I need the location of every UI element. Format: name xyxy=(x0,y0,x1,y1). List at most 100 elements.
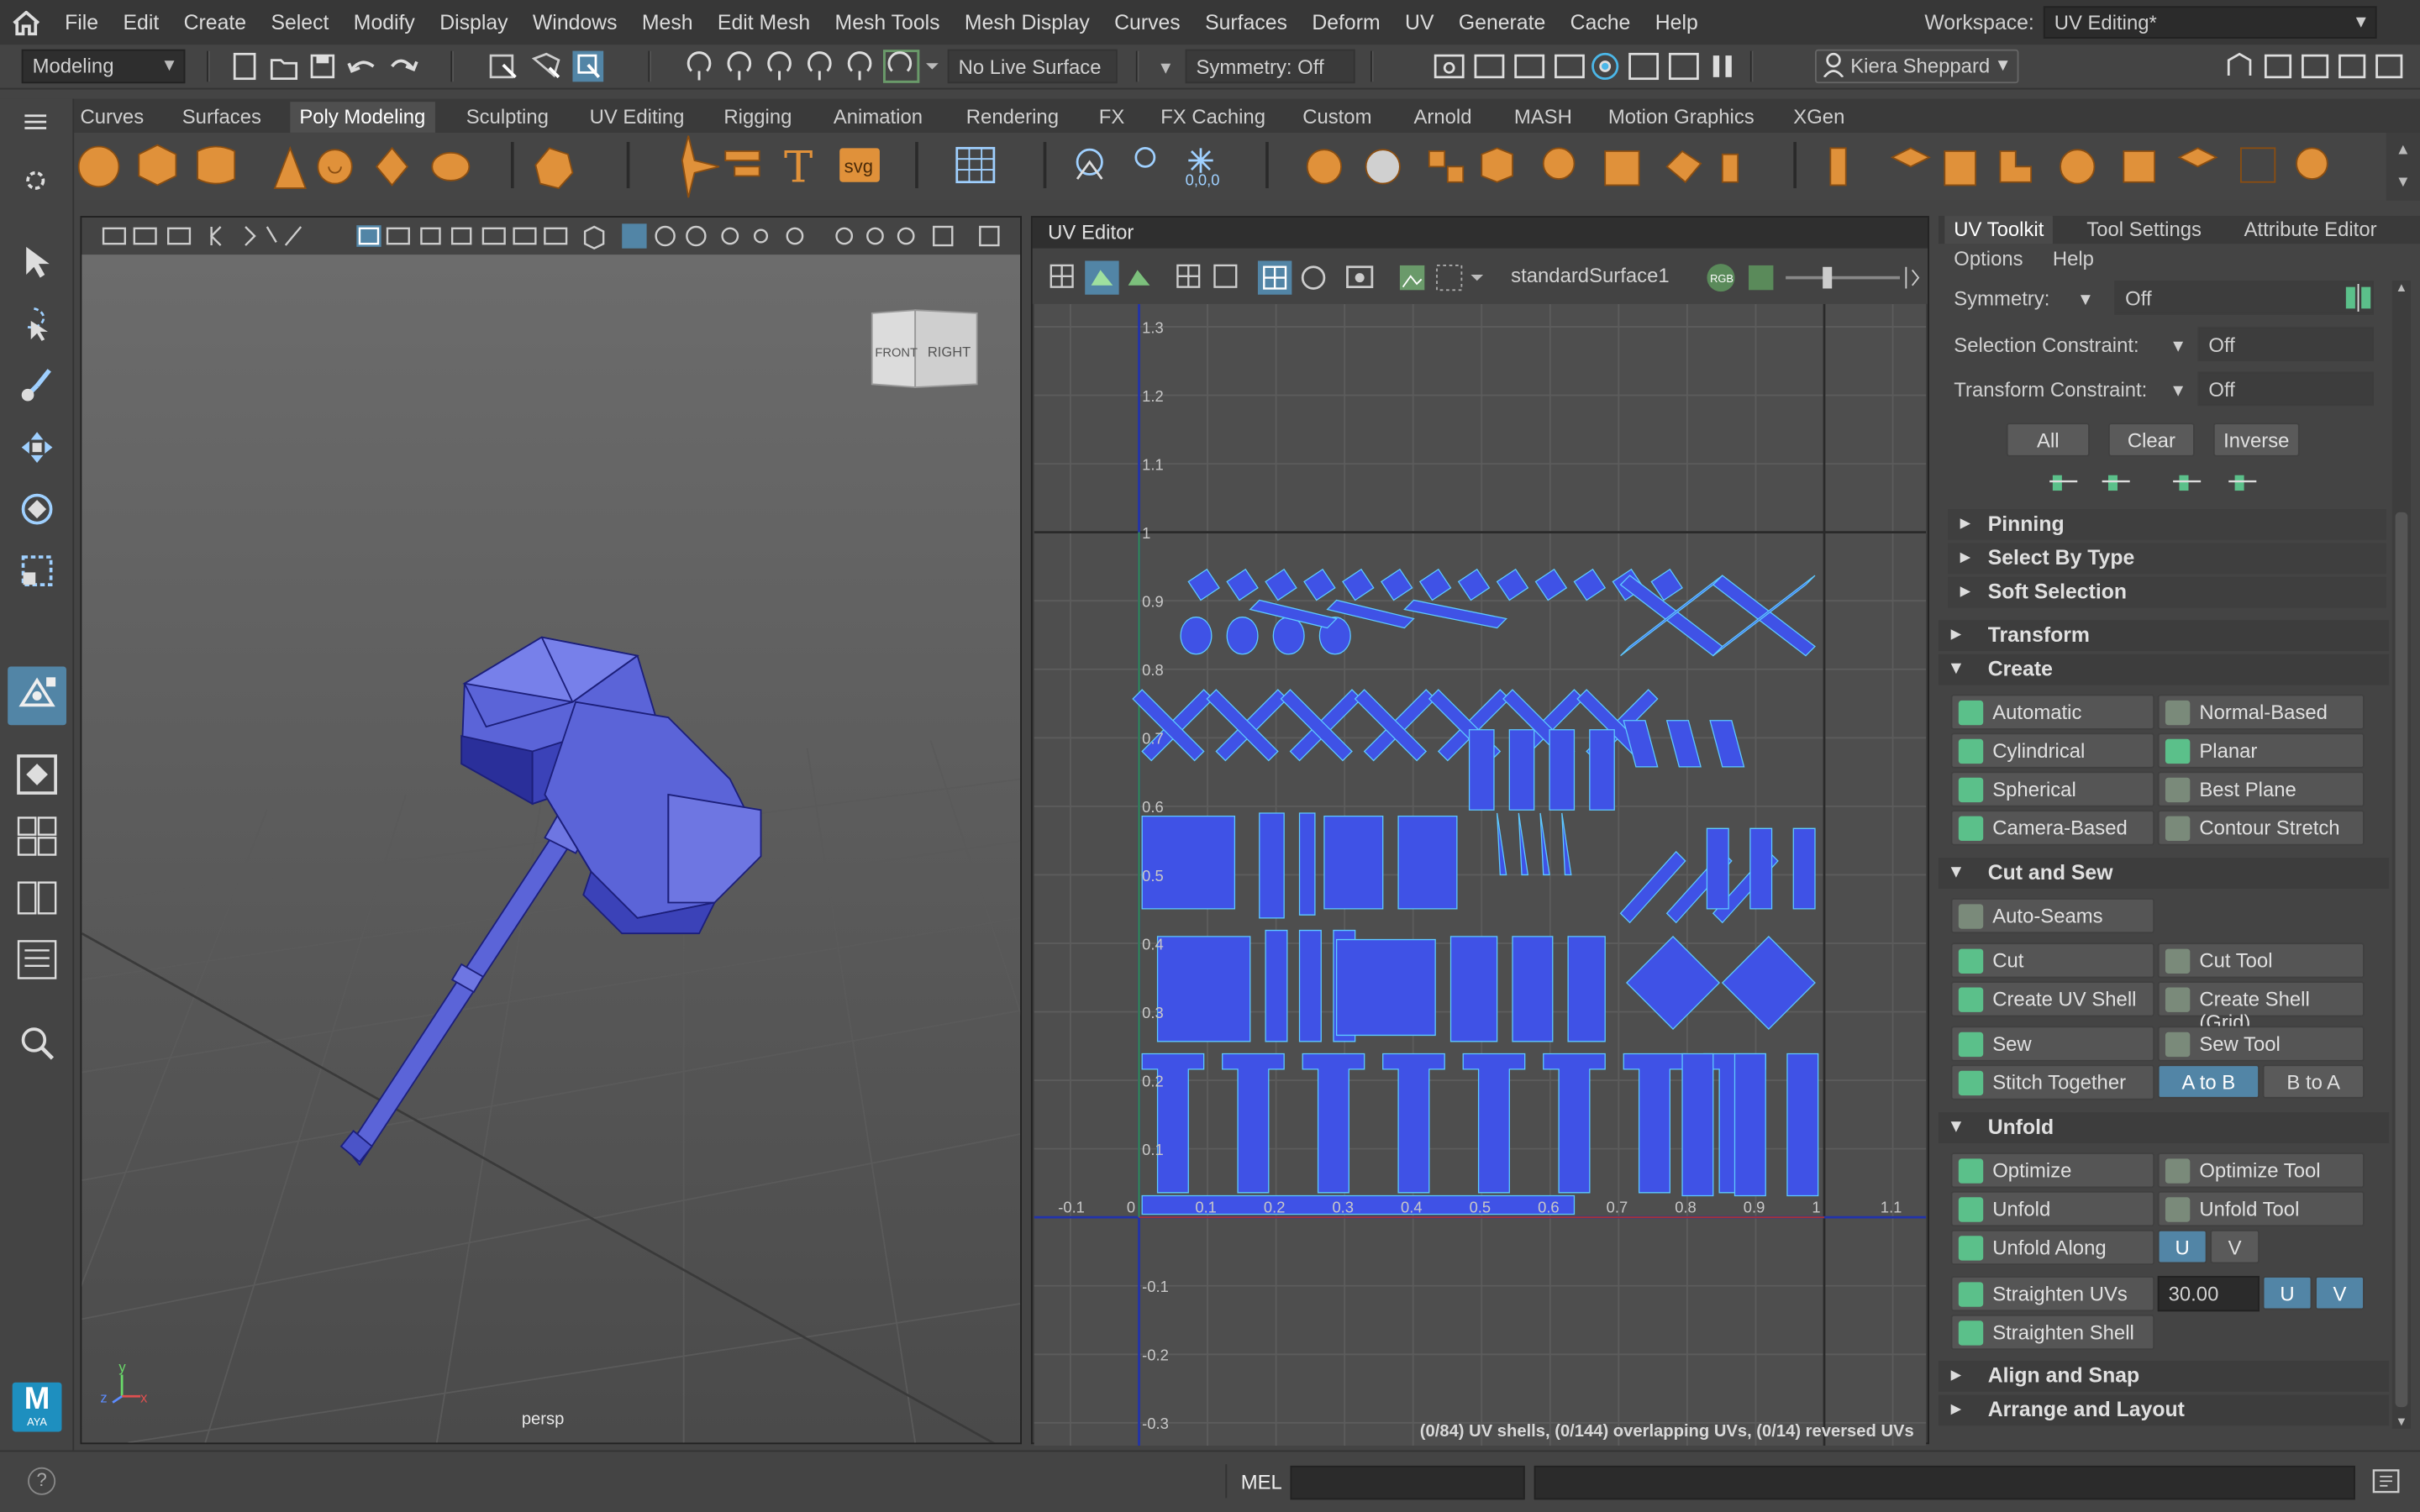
viewport-toolbar-icons[interactable] xyxy=(82,218,1020,255)
uv-shell[interactable] xyxy=(1265,568,1297,601)
uv-shell[interactable] xyxy=(1403,599,1507,629)
uv-toolbar-icons[interactable] xyxy=(1048,260,1511,295)
cut-and-sew-section[interactable]: Cut and Sew xyxy=(1938,858,2390,889)
symmetry-dropdown[interactable]: Off xyxy=(2114,281,2374,315)
align-and-snap-section[interactable]: Align and Snap xyxy=(1938,1361,2390,1392)
shelf-tab-xgen[interactable]: XGen xyxy=(1784,102,1854,133)
toolkit-menu-help[interactable]: Help xyxy=(2053,247,2094,270)
text-tool-icon[interactable]: T xyxy=(784,143,813,193)
settings-icon[interactable] xyxy=(22,166,50,199)
straighten-shell-button[interactable]: Straighten Shell xyxy=(1950,1314,2155,1351)
menu-mesh-tools[interactable]: Mesh Tools xyxy=(823,11,952,34)
single-pane-layout-icon[interactable] xyxy=(9,747,65,802)
shelf-tab-custom[interactable]: Custom xyxy=(1293,102,1381,133)
uv-shell[interactable] xyxy=(1335,938,1436,1037)
menu-toggle-icon[interactable] xyxy=(22,111,50,137)
transform-constraint-dropdown[interactable]: Off xyxy=(2197,371,2374,407)
menu-deform[interactable]: Deform xyxy=(1300,11,1393,34)
workspace-dropdown[interactable]: UV Editing* xyxy=(2043,6,2377,39)
file-toolbar-icons[interactable] xyxy=(232,51,433,82)
rotate-tool-icon[interactable] xyxy=(9,481,65,537)
uv-shell[interactable] xyxy=(1298,929,1322,1042)
uv-shell[interactable] xyxy=(1549,729,1576,811)
tab-uv-toolkit[interactable]: UV Toolkit xyxy=(1944,216,2054,244)
script-language-label[interactable]: MEL xyxy=(1241,1470,1282,1494)
unfold-button[interactable]: Unfold xyxy=(1950,1190,2155,1227)
sew-tool-button[interactable]: Sew Tool xyxy=(2157,1026,2365,1062)
shelf-tab-surfaces[interactable]: Surfaces xyxy=(173,102,271,133)
pinning-section[interactable]: Pinning xyxy=(1947,509,2386,540)
mode-dropdown[interactable]: Modeling xyxy=(21,49,186,84)
scale-tool-icon[interactable] xyxy=(9,543,65,599)
uv-shell[interactable] xyxy=(1681,1053,1714,1197)
unfold-along-v-toggle[interactable]: V xyxy=(2210,1229,2260,1264)
selection-constraint-dropdown[interactable]: Off xyxy=(2197,327,2374,361)
stitch-together-button[interactable]: Stitch Together xyxy=(1950,1064,2155,1100)
uv-grid[interactable]: 1.3 1.2 1.1 1 0.9 0.8 0.7 0.6 0.5 0.4 0.3 0.2 0.1 -0.… xyxy=(1034,303,1927,1446)
viewport-canvas[interactable]: FRONT RIGHT y x z persp xyxy=(19,255,1163,1459)
uv-shell[interactable] xyxy=(1272,617,1305,655)
uv-shell[interactable] xyxy=(1706,827,1729,910)
uv-shell[interactable] xyxy=(1512,936,1554,1042)
uv-shell[interactable] xyxy=(1543,1053,1606,1194)
paint-select-tool-icon[interactable] xyxy=(9,358,65,413)
uv-shell[interactable] xyxy=(1457,568,1491,601)
sew-button[interactable]: Sew xyxy=(1950,1026,2155,1062)
uv-shell[interactable] xyxy=(1534,568,1568,601)
uv-shell[interactable] xyxy=(1709,720,1745,768)
move-tool-icon[interactable] xyxy=(9,420,65,475)
straighten-uvs-button[interactable]: Straighten UVs xyxy=(1950,1275,2155,1312)
tab-tool-settings[interactable]: Tool Settings xyxy=(2077,216,2211,244)
transform-section[interactable]: Transform xyxy=(1938,620,2390,652)
cylindrical-mapping-button[interactable]: Cylindrical xyxy=(1950,732,2155,769)
selection-mode-icons[interactable] xyxy=(487,50,611,83)
menu-edit-mesh[interactable]: Edit Mesh xyxy=(705,11,823,34)
viewport-scene[interactable]: FRONT RIGHT y x z persp xyxy=(19,255,1163,1459)
toolkit-menu-options[interactable]: Options xyxy=(1954,247,2023,270)
uv-shell[interactable] xyxy=(1786,1053,1819,1197)
symmetry-dropdown-arrow[interactable]: ▾ xyxy=(2081,287,2091,312)
four-pane-layout-icon[interactable] xyxy=(9,808,65,864)
hammer-mesh[interactable] xyxy=(339,636,762,1167)
menu-create[interactable]: Create xyxy=(171,11,259,34)
camera-based-mapping-button[interactable]: Camera-Based xyxy=(1950,810,2155,846)
uv-shell[interactable] xyxy=(1226,568,1259,601)
symmetry-dropdown-arrow[interactable]: ▾ xyxy=(1160,55,1171,80)
uv-shell[interactable] xyxy=(1303,568,1336,601)
uv-shell[interactable] xyxy=(1561,812,1572,876)
normal-based-mapping-button[interactable]: Normal-Based xyxy=(2157,694,2365,730)
optimize-button[interactable]: Optimize xyxy=(1950,1152,2155,1189)
soft-selection-section[interactable]: Soft Selection xyxy=(1947,576,2386,608)
shelf-tab-mash[interactable]: MASH xyxy=(1505,102,1581,133)
shelf-tab-uv-editing[interactable]: UV Editing xyxy=(581,102,694,133)
search-icon[interactable] xyxy=(9,1016,65,1071)
cut-button[interactable]: Cut xyxy=(1950,942,2155,979)
uv-shell[interactable] xyxy=(1567,936,1606,1042)
uv-shell[interactable] xyxy=(1462,1053,1526,1194)
uv-shell[interactable] xyxy=(1397,815,1458,910)
grow-shrink-selection-icons[interactable] xyxy=(2047,469,2263,500)
shelf-tab-fx-caching[interactable]: FX Caching xyxy=(1151,102,1275,133)
toolkit-scrollbar[interactable]: ▲ ▼ xyxy=(2391,281,2411,1429)
best-plane-mapping-button[interactable]: Best Plane xyxy=(2157,771,2365,807)
auto-seams-button[interactable]: Auto-Seams xyxy=(1950,897,2155,934)
uv-shell[interactable] xyxy=(1665,720,1702,768)
menu-windows[interactable]: Windows xyxy=(520,11,629,34)
uv-shell[interactable] xyxy=(1733,1053,1766,1197)
create-section[interactable]: Create xyxy=(1938,654,2390,685)
optimize-tool-button[interactable]: Optimize Tool xyxy=(2157,1152,2365,1189)
menu-generate[interactable]: Generate xyxy=(1446,11,1558,34)
shelf-tab-sculpting[interactable]: Sculpting xyxy=(457,102,558,133)
uv-texture-space[interactable]: 1.3 1.2 1.1 1 0.9 0.8 0.7 0.6 0.5 0.4 0.3 0.2 0.1 -0.… xyxy=(1034,303,1927,1446)
cut-tool-button[interactable]: Cut Tool xyxy=(2157,942,2365,979)
unfold-section[interactable]: Unfold xyxy=(1938,1112,2390,1144)
symmetry-axis-icon[interactable] xyxy=(2343,283,2374,317)
shelf-tab-rendering[interactable]: Rendering xyxy=(957,102,1068,133)
transform-constraint-arrow[interactable]: ▾ xyxy=(2173,378,2183,402)
arrange-and-layout-section[interactable]: Arrange and Layout xyxy=(1938,1394,2390,1426)
uv-shell[interactable] xyxy=(1298,812,1316,916)
uv-shell[interactable] xyxy=(1418,568,1452,601)
menu-curves[interactable]: Curves xyxy=(1102,11,1192,34)
select-all-button[interactable]: All xyxy=(2006,423,2090,457)
uv-shell[interactable] xyxy=(1180,617,1213,655)
